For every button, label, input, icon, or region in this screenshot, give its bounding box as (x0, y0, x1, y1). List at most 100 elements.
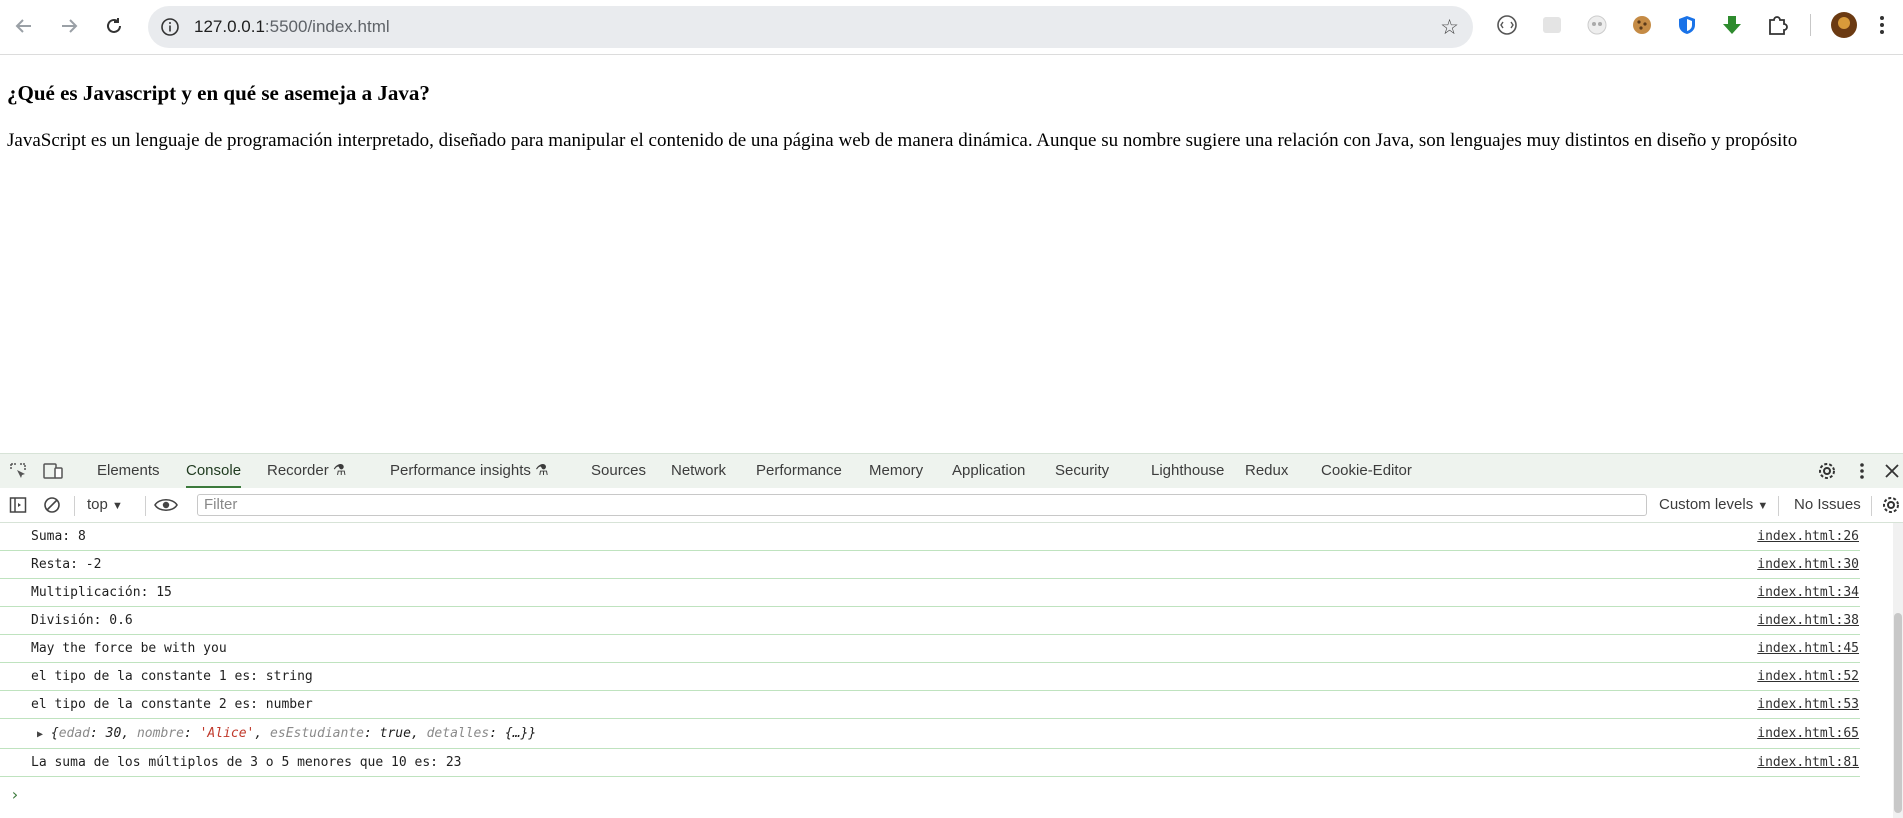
tab-elements[interactable]: Elements (97, 454, 160, 488)
object-brace-open: { (50, 726, 59, 741)
filter-bar-divider (1871, 496, 1872, 516)
tab-sources[interactable]: Sources (591, 454, 646, 488)
address-bar[interactable]: 127.0.0.1:5500/index.html ☆ (148, 6, 1473, 48)
object-brace-close: } (528, 726, 537, 741)
console-row: Multiplicación: 15 index.html:34 (0, 579, 1860, 607)
url-path: :5500/index.html (264, 17, 390, 36)
source-link[interactable]: index.html:52 (1757, 669, 1859, 684)
bookmark-star-icon[interactable]: ☆ (1440, 15, 1459, 40)
object-value: {…} (504, 726, 529, 741)
experiment-flask-icon: ⚗ (535, 462, 549, 479)
source-link[interactable]: index.html:81 (1757, 755, 1859, 770)
source-link[interactable]: index.html:34 (1757, 585, 1859, 600)
log-levels-dropdown[interactable]: Custom levels ▼ (1659, 496, 1768, 513)
device-toolbar-icon[interactable] (42, 460, 64, 482)
dropdown-triangle-icon: ▼ (1757, 500, 1769, 512)
object-key: edad (58, 726, 90, 741)
object-preview[interactable]: ▶ {edad: 30, nombre: 'Alice', esEstudian… (37, 726, 536, 741)
devtools-panel: Elements Console Recorder ⚗ Performance … (0, 453, 1903, 818)
console-message: Resta: -2 (31, 557, 102, 572)
object-key: nombre (136, 726, 184, 741)
tab-cookie-editor[interactable]: Cookie-Editor (1321, 454, 1412, 488)
console-output: Suma: 8 index.html:26 Resta: -2 index.ht… (0, 523, 1903, 818)
forward-arrow-icon (62, 19, 78, 33)
source-link[interactable]: index.html:53 (1757, 697, 1859, 712)
extensions-puzzle-icon[interactable] (1765, 13, 1789, 37)
browser-toolbar: 127.0.0.1:5500/index.html ☆ (0, 0, 1903, 55)
tab-redux[interactable]: Redux (1245, 454, 1288, 488)
site-info-icon[interactable] (158, 15, 182, 39)
settings-gear-icon[interactable] (1816, 460, 1838, 482)
browser-menu-icon[interactable] (1870, 13, 1894, 37)
filter-bar-divider (145, 496, 146, 516)
dropdown-triangle-icon: ▼ (112, 500, 123, 512)
console-message: Multiplicación: 15 (31, 585, 172, 600)
console-message: el tipo de la constante 1 es: string (31, 669, 313, 684)
extension-dev-icon[interactable] (1495, 13, 1519, 37)
tab-network[interactable]: Network (671, 454, 726, 488)
shield-icon[interactable] (1675, 13, 1699, 37)
console-filter-bar: top ▼ Filter Custom levels ▼ No Issues (0, 488, 1903, 523)
tab-lighthouse[interactable]: Lighthouse (1151, 454, 1224, 488)
live-expression-eye-icon[interactable] (153, 494, 179, 516)
source-link[interactable]: index.html:45 (1757, 641, 1859, 656)
url-text: 127.0.0.1:5500/index.html (194, 17, 390, 37)
context-selector[interactable]: top ▼ (87, 496, 123, 513)
source-link[interactable]: index.html:65 (1757, 726, 1859, 741)
profile-avatar[interactable] (1830, 11, 1858, 39)
source-link[interactable]: index.html:38 (1757, 613, 1859, 628)
back-button[interactable] (8, 10, 40, 42)
console-row-object: ▶ {edad: 30, nombre: 'Alice', esEstudian… (0, 719, 1860, 749)
toolbar-divider (1810, 14, 1811, 36)
console-message: División: 0.6 (31, 613, 133, 628)
console-scrollbar[interactable] (1893, 523, 1903, 818)
context-selector-label: top (87, 496, 108, 513)
object-value: 30 (105, 726, 122, 741)
source-link[interactable]: index.html:26 (1757, 529, 1859, 544)
tab-performance[interactable]: Performance (756, 454, 842, 488)
clear-console-icon[interactable] (41, 494, 63, 516)
back-arrow-icon (15, 19, 31, 33)
console-row: Resta: -2 index.html:30 (0, 551, 1860, 579)
extension-grid-icon[interactable] (1540, 13, 1564, 37)
object-value: true (379, 726, 411, 741)
filter-input[interactable]: Filter (197, 494, 1647, 516)
page-heading: ¿Qué es Javascript y en qué se asemeja a… (7, 81, 430, 105)
console-message: May the force be with you (31, 641, 227, 656)
close-devtools-icon[interactable] (1883, 460, 1901, 482)
tab-security[interactable]: Security (1055, 454, 1109, 488)
extension-panda-icon[interactable] (1585, 13, 1609, 37)
tab-performance-insights[interactable]: Performance insights ⚗ (390, 454, 549, 488)
devtools-menu-icon[interactable] (1851, 460, 1873, 482)
console-prompt-chevron-icon[interactable]: › (10, 785, 20, 804)
inspect-element-icon[interactable] (7, 460, 29, 482)
source-link[interactable]: index.html:30 (1757, 557, 1859, 572)
console-row: Suma: 8 index.html:26 (0, 523, 1860, 551)
issues-counter[interactable]: No Issues (1794, 496, 1861, 513)
filter-bar-divider (74, 496, 75, 516)
console-message: Suma: 8 (31, 529, 86, 544)
reload-icon (107, 18, 121, 33)
scrollbar-thumb[interactable] (1894, 613, 1902, 813)
filter-bar-divider (1778, 496, 1779, 516)
console-message: La suma de los múltiplos de 3 o 5 menore… (31, 755, 462, 770)
reload-button[interactable] (98, 10, 130, 42)
tab-console[interactable]: Console (186, 454, 242, 488)
download-arrow-icon[interactable] (1720, 13, 1744, 37)
devtools-tab-bar: Elements Console Recorder ⚗ Performance … (0, 453, 1903, 489)
sidebar-toggle-icon[interactable] (7, 494, 29, 516)
cookie-icon[interactable] (1630, 13, 1654, 37)
console-row: División: 0.6 index.html:38 (0, 607, 1860, 635)
object-value-string: 'Alice' (199, 726, 255, 741)
log-levels-label: Custom levels (1659, 496, 1754, 513)
expand-triangle-icon[interactable]: ▶ (37, 729, 43, 740)
tab-recorder-label: Recorder (267, 462, 329, 479)
forward-button[interactable] (53, 10, 85, 42)
tab-application[interactable]: Application (952, 454, 1025, 488)
console-row: el tipo de la constante 2 es: number ind… (0, 691, 1860, 719)
tab-recorder[interactable]: Recorder ⚗ (267, 454, 346, 488)
tab-memory[interactable]: Memory (869, 454, 923, 488)
experiment-flask-icon: ⚗ (332, 462, 347, 479)
console-settings-gear-icon[interactable] (1880, 494, 1902, 516)
console-row: May the force be with you index.html:45 (0, 635, 1860, 663)
